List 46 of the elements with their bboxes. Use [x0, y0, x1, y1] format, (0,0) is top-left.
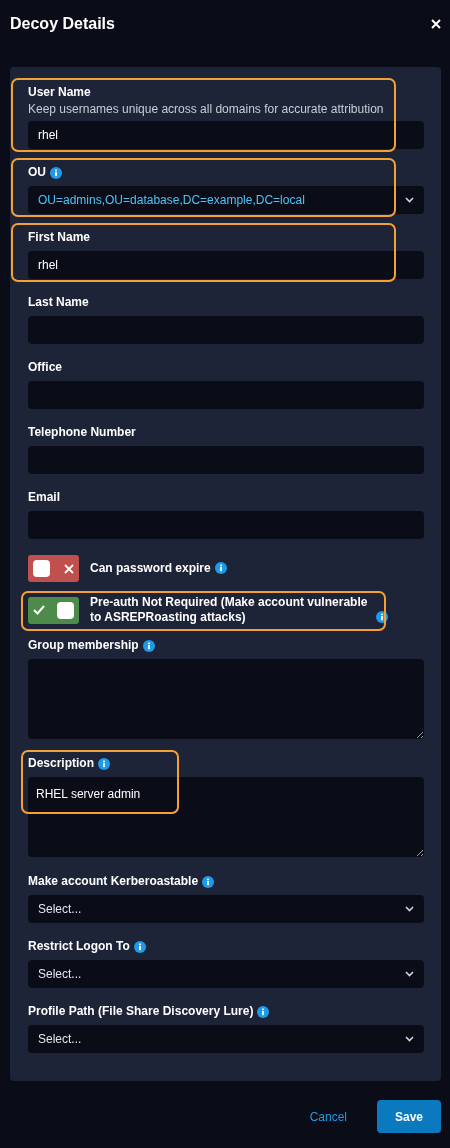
select-dropdown[interactable]: Select... — [28, 960, 424, 988]
chevron-down-icon — [405, 1036, 414, 1042]
info-icon[interactable] — [133, 940, 146, 953]
field-label: Make account Kerberoastable — [28, 874, 199, 889]
text-area[interactable]: RHEL server admin — [28, 777, 424, 857]
field-label: User Name — [28, 85, 91, 100]
input-field[interactable] — [28, 381, 424, 409]
cancel-button[interactable]: Cancel — [309, 1109, 347, 1124]
toggle-switch[interactable] — [28, 555, 79, 582]
field-hint: Keep usernames unique across all domains for accurate attribution — [28, 102, 385, 117]
field-label: Group membership — [28, 638, 139, 653]
input-field[interactable]: rhel — [28, 251, 424, 279]
field-label: Email — [28, 490, 60, 505]
info-icon[interactable] — [257, 1005, 270, 1018]
select-dropdown[interactable]: Select... — [28, 895, 424, 923]
save-button[interactable]: Save — [377, 1100, 441, 1133]
chevron-down-icon — [405, 197, 414, 203]
field-label: Description — [28, 756, 94, 771]
select-dropdown[interactable]: OU=admins,OU=database,DC=example,DC=local — [28, 186, 424, 214]
field-label: First Name — [28, 230, 91, 245]
field-label: Last Name — [28, 295, 89, 310]
info-icon[interactable] — [98, 757, 110, 770]
info-icon[interactable] — [214, 562, 227, 574]
dialog-title: Decoy Details — [10, 15, 115, 33]
input-field[interactable] — [28, 316, 424, 344]
info-icon[interactable] — [202, 875, 215, 888]
info-icon[interactable] — [50, 166, 62, 179]
toggle-label: Pre-auth Not Required (Make account vulnerable to ASREPRoasting attacks) — [90, 595, 369, 625]
field-label: Profile Path (File Share Discovery Lure) — [28, 1004, 254, 1019]
input-field[interactable] — [28, 511, 424, 539]
info-icon[interactable] — [142, 639, 155, 652]
close-icon[interactable] — [431, 19, 441, 29]
input-field[interactable] — [28, 446, 424, 474]
field-label: Office — [28, 360, 62, 375]
toggle-label: Can password expire — [90, 561, 211, 576]
select-dropdown[interactable]: Select... — [28, 1025, 424, 1053]
toggle-switch[interactable] — [28, 596, 79, 624]
x-icon — [64, 563, 74, 574]
check-icon — [33, 605, 45, 615]
chevron-down-icon — [405, 971, 414, 977]
field-label: Restrict Logon To — [28, 939, 130, 954]
info-icon[interactable] — [376, 611, 388, 623]
field-label: Telephone Number — [28, 425, 136, 440]
field-label: OU — [28, 165, 46, 180]
chevron-down-icon — [405, 906, 414, 912]
input-field[interactable]: rhel — [28, 121, 424, 149]
